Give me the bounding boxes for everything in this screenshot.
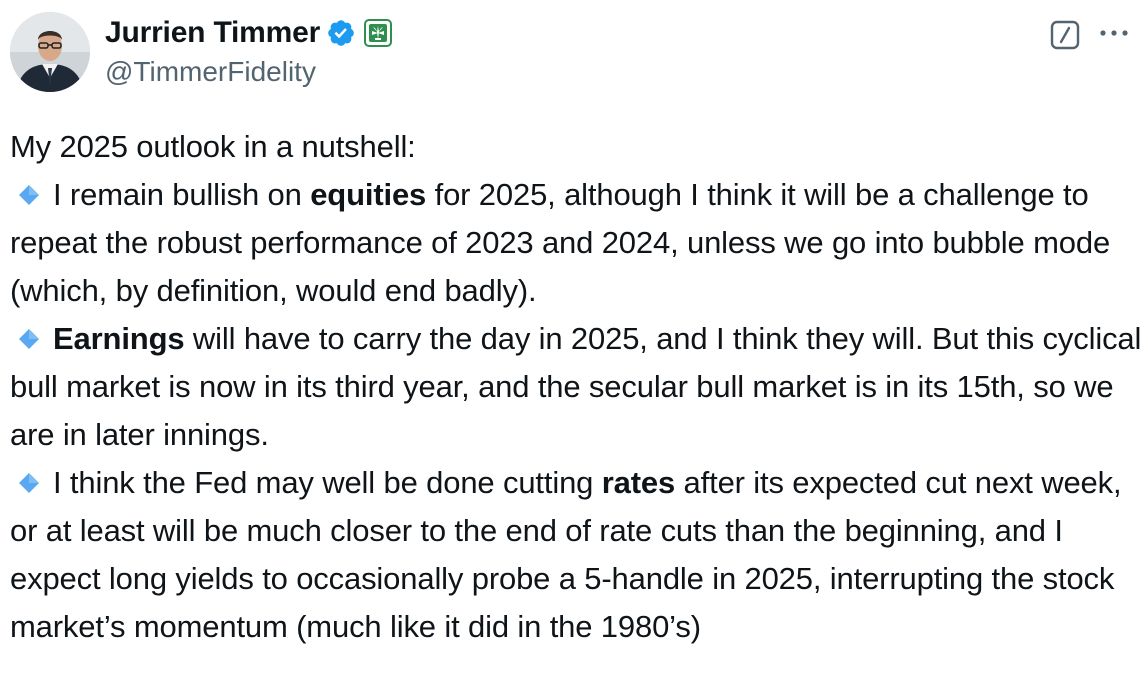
- avatar[interactable]: [10, 12, 90, 92]
- grok-icon[interactable]: [1050, 20, 1080, 50]
- verified-badge-icon[interactable]: [326, 18, 356, 48]
- name-row: Jurrien Timmer: [105, 14, 393, 52]
- bullet-text: I think the Fed may well be done cutting: [53, 465, 602, 500]
- tweet-bullet-3: I think the Fed may well be done cutting…: [10, 459, 1142, 651]
- fidelity-affiliate-icon[interactable]: [364, 19, 393, 47]
- bullet-keyword: Earnings: [53, 321, 185, 356]
- tweet-header: Jurrien Timmer @TimmerFidelity: [10, 10, 1136, 92]
- small-blue-diamond-icon: [18, 316, 40, 349]
- bullet-keyword: rates: [601, 465, 676, 500]
- display-name[interactable]: Jurrien Timmer: [105, 16, 320, 50]
- bullet-text: I remain bullish on: [53, 177, 311, 212]
- more-options-icon[interactable]: [1094, 18, 1134, 48]
- avatar-photo: [10, 12, 90, 92]
- bullet-keyword: equities: [310, 177, 427, 212]
- author-identity: Jurrien Timmer @TimmerFidelity: [105, 14, 393, 88]
- tweet-bullet-2: Earnings will have to carry the day in 2…: [10, 315, 1142, 459]
- small-blue-diamond-icon: [18, 172, 40, 205]
- author-handle[interactable]: @TimmerFidelity: [105, 56, 392, 88]
- tweet-intro: My 2025 outlook in a nutshell:: [10, 129, 416, 164]
- tweet-bullet-1: I remain bullish on equities for 2025, a…: [10, 171, 1142, 315]
- small-blue-diamond-icon: [18, 460, 40, 493]
- tweet-text: My 2025 outlook in a nutshell: I remain …: [10, 123, 1142, 651]
